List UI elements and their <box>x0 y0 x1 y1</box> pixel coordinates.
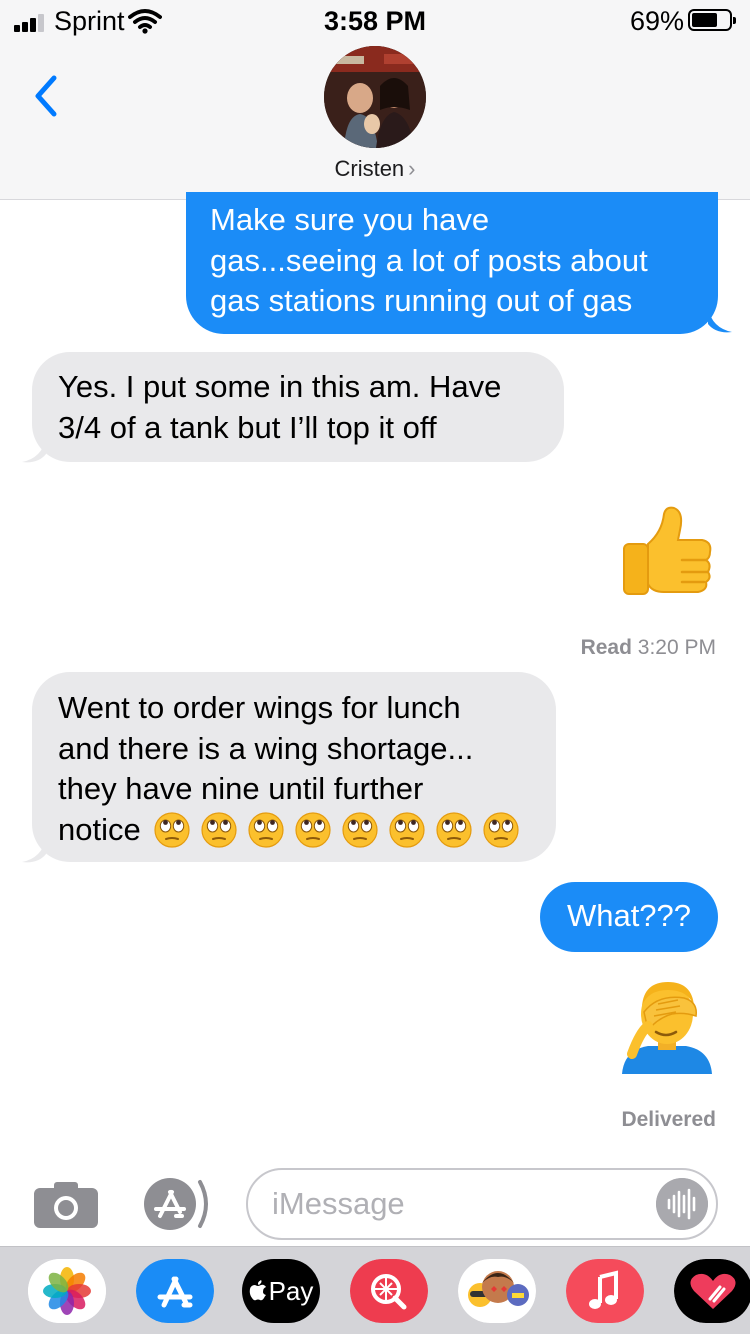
face-with-rolling-eyes-emoji <box>154 812 190 848</box>
message-line: gas...seeing a lot of posts about <box>210 242 648 278</box>
face-with-rolling-eyes-emoji <box>201 812 237 848</box>
contact-avatar[interactable] <box>324 46 426 148</box>
bubble-tail <box>22 438 46 463</box>
memoji-stickers-icon[interactable] <box>458 1259 536 1323</box>
delivered-receipt: Delivered <box>621 1108 716 1132</box>
apple-pay-icon[interactable]: Pay <box>242 1259 320 1323</box>
music-icon[interactable] <box>566 1259 644 1323</box>
apple-logo-icon <box>249 1280 266 1301</box>
audio-message-icon[interactable] <box>656 1178 708 1230</box>
message-line: 3/4 of a tank but I’ll top it off <box>58 409 437 445</box>
chevron-right-icon: › <box>408 156 416 181</box>
message-line: Make sure you have <box>210 202 490 237</box>
battery-percentage: 69% <box>629 6 684 36</box>
delivered-label: Delivered <box>621 1108 716 1131</box>
face-with-rolling-eyes-emoji <box>295 812 331 848</box>
back-chevron-icon[interactable] <box>30 72 64 120</box>
contact-name-text: Cristen <box>334 156 405 181</box>
message-bubble-outgoing[interactable]: What??? <box>540 882 718 952</box>
face-with-rolling-eyes-emoji <box>342 812 378 848</box>
status-bar: Sprint 3:58 PM 69% <box>0 0 750 42</box>
message-input[interactable] <box>272 1184 652 1224</box>
app-drawer: Pay <box>0 1246 750 1334</box>
web-images-icon[interactable] <box>350 1259 428 1323</box>
camera-icon[interactable] <box>34 1180 98 1228</box>
apple-pay-label: Pay <box>268 1275 314 1306</box>
message-bubble-incoming[interactable]: Yes. I put some in this am. Have 3/4 of … <box>32 352 564 462</box>
person-facepalming-emoji[interactable] <box>618 976 716 1074</box>
face-with-rolling-eyes-emoji <box>248 812 284 848</box>
message-field[interactable] <box>246 1168 718 1240</box>
message-line: Went to order wings for lunch <box>58 690 461 725</box>
composer-bar <box>0 1160 750 1246</box>
face-with-rolling-eyes-emoji <box>436 812 472 848</box>
bubble-tail <box>22 838 46 863</box>
message-line: they have nine until further <box>58 771 424 806</box>
bubble-tail <box>708 308 732 333</box>
message-line-with-emoji: notice <box>58 810 530 851</box>
face-with-rolling-eyes-emoji <box>389 812 425 848</box>
message-line: gas stations running out of gas <box>210 283 633 318</box>
message-line: What??? <box>566 898 692 933</box>
message-line: Yes. I put some in this am. Have <box>58 369 502 404</box>
message-bubble-outgoing[interactable]: Make sure you have gas...seeing a lot of… <box>186 192 718 334</box>
conversation-header: Sprint 3:58 PM 69% Cristen › <box>0 0 750 200</box>
thumbs-up-emoji[interactable] <box>618 504 714 600</box>
message-line: notice <box>58 811 141 847</box>
messages-screen: Sprint 3:58 PM 69% Cristen › Make sure y… <box>0 0 750 1334</box>
face-with-rolling-eyes-emoji <box>483 812 519 848</box>
read-time: 3:20 PM <box>637 636 716 659</box>
photos-icon[interactable] <box>28 1259 106 1323</box>
app-store-icon[interactable] <box>138 1176 214 1232</box>
message-bubble-incoming[interactable]: Went to order wings for lunch and there … <box>32 672 556 862</box>
message-line: and there is a wing shortage... <box>58 730 474 766</box>
digital-touch-icon[interactable] <box>674 1259 750 1323</box>
read-label: Read <box>580 636 632 659</box>
battery-icon <box>688 9 736 31</box>
emoji-row <box>153 811 529 849</box>
app-store-icon[interactable] <box>136 1259 214 1323</box>
contact-name[interactable]: Cristen › <box>0 156 750 182</box>
read-receipt: Read 3:20 PM <box>581 636 716 660</box>
